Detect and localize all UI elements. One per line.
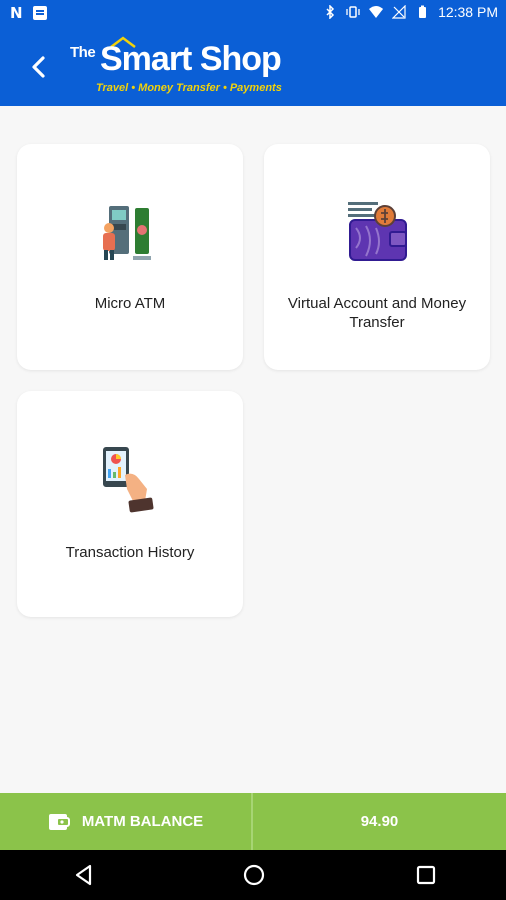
balance-bar: MATM BALANCE 94.90	[0, 793, 506, 850]
service-card-transaction-history[interactable]: Transaction History	[17, 391, 243, 617]
app-logo: The Smart Shop Travel • Money Transfer •…	[70, 36, 300, 98]
chevron-left-icon	[32, 56, 45, 78]
service-label: Micro ATM	[94, 295, 166, 312]
logo-tagline: Travel • Money Transfer • Payments	[96, 82, 282, 94]
signal-icon	[392, 5, 406, 19]
service-label: Transaction History	[65, 544, 195, 561]
system-nav-bar	[0, 850, 506, 900]
wallet-transfer-icon	[348, 202, 407, 261]
service-card-virtual-account[interactable]: Virtual Account and Money Transfer	[264, 144, 490, 370]
app-bar: The Smart Shop Travel • Money Transfer •…	[0, 26, 506, 106]
service-card-micro-atm[interactable]: Micro ATM	[17, 144, 243, 370]
logo-name: Smart Shop	[100, 40, 282, 78]
wallet-icon	[48, 813, 70, 830]
wifi-icon	[369, 6, 384, 18]
service-label: Virtual Account and Money Transfer	[287, 295, 467, 331]
bluetooth-icon	[326, 5, 335, 19]
nav-recents-icon[interactable]	[414, 863, 438, 887]
n-notification-icon: N	[10, 4, 23, 22]
back-button[interactable]	[22, 50, 56, 84]
clock-time: 12:38 PM	[438, 4, 498, 20]
nav-back-icon[interactable]	[72, 863, 96, 887]
status-bar: N 12:38 PM	[0, 0, 506, 26]
balance-value: 94.90	[360, 813, 399, 830]
logo-prefix: The	[70, 44, 96, 61]
balance-label: MATM BALANCE	[81, 813, 204, 830]
atm-machine-icon	[103, 206, 151, 260]
tablet-report-icon	[103, 447, 154, 513]
balance-label-section[interactable]: MATM BALANCE	[0, 793, 253, 850]
balance-value-section: 94.90	[253, 793, 506, 850]
nav-home-icon[interactable]	[242, 863, 266, 887]
battery-icon	[419, 5, 427, 18]
vibrate-icon	[346, 6, 360, 18]
message-icon	[32, 6, 47, 20]
